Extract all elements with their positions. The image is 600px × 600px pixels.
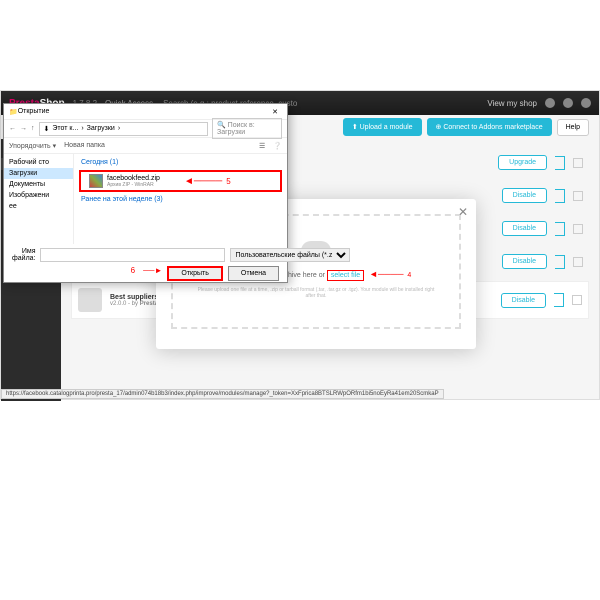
organize-menu[interactable]: Упорядочить ▾ [9, 142, 56, 150]
tree-item[interactable]: Загрузки [4, 168, 73, 179]
breadcrumb[interactable]: ⬇ Этот к... › Загрузки › [39, 122, 209, 136]
file-item[interactable]: facebookfeed.zip Архив ZIP - WinRAR ◄───… [79, 170, 282, 192]
tree-item[interactable]: ее [4, 201, 73, 212]
tree-item[interactable]: Рабочий сто [4, 157, 73, 168]
annotation-label: 6 [131, 266, 135, 281]
nav-back-icon[interactable]: ← [9, 125, 16, 132]
disable-button[interactable]: Disable [502, 254, 547, 269]
file-group[interactable]: Ранее на этой неделе (3) [77, 194, 284, 205]
annotation-arrow: ◄──── [184, 176, 222, 187]
upload-hint: Please upload one file at a time, .zip o… [193, 287, 439, 299]
row-checkbox[interactable] [573, 224, 583, 234]
dropdown-toggle[interactable] [555, 189, 565, 203]
disable-button[interactable]: Disable [502, 188, 547, 203]
disable-button[interactable]: Disable [501, 293, 546, 308]
filename-label: Имя файла: [12, 248, 35, 262]
trophy-icon[interactable] [563, 98, 573, 108]
help-icon[interactable]: ❔ [273, 142, 282, 150]
dialog-title: Открытие [18, 108, 268, 115]
file-group[interactable]: Сегодня (1) [77, 157, 284, 168]
view-icon[interactable]: ☰ [259, 142, 265, 150]
view-shop-link[interactable]: View my shop [487, 99, 537, 108]
dropdown-toggle[interactable] [555, 255, 565, 269]
file-open-dialog: 📁 Открытие ✕ ← → ↑ ⬇ Этот к... › Загрузк… [3, 103, 288, 283]
annotation-arrow: ◄──── [369, 269, 403, 279]
row-checkbox[interactable] [572, 295, 582, 305]
tree-item[interactable]: Документы [4, 179, 73, 190]
file-type: Архив ZIP - WinRAR [107, 182, 160, 188]
cancel-button[interactable]: Отмена [228, 266, 279, 281]
nav-fwd-icon[interactable]: → [20, 125, 27, 132]
folder-icon: 📁 [9, 108, 18, 116]
file-list: Сегодня (1) facebookfeed.zip Архив ZIP -… [74, 154, 287, 244]
search-input[interactable]: 🔍 Поиск в: Загрузки [212, 118, 282, 139]
file-name: facebookfeed.zip [107, 175, 160, 182]
zip-file-icon [89, 174, 103, 188]
avatar[interactable] [581, 98, 591, 108]
connect-addons-button[interactable]: ⊕ Connect to Addons marketplace [427, 118, 552, 136]
select-file-link[interactable]: select file [327, 270, 364, 281]
close-icon[interactable]: ✕ [458, 205, 468, 219]
row-checkbox[interactable] [573, 257, 583, 267]
filetype-select[interactable]: Пользовательские файлы (*.z ▾ [230, 248, 350, 262]
upload-module-button[interactable]: ⬆ Upload a module [343, 118, 422, 136]
new-folder-button[interactable]: Новая папка [64, 142, 105, 149]
notification-icon[interactable] [545, 98, 555, 108]
annotation-label: 5 [226, 177, 230, 186]
annotation-arrow: ──► [143, 266, 162, 281]
dropdown-toggle[interactable] [555, 156, 565, 170]
annotation-label: 4 [407, 272, 411, 279]
disable-button[interactable]: Disable [502, 221, 547, 236]
filename-input[interactable] [40, 248, 225, 262]
folder-tree: Рабочий сто Загрузки Документы Изображен… [4, 154, 74, 244]
dropdown-toggle[interactable] [555, 222, 565, 236]
nav-up-icon[interactable]: ↑ [31, 125, 35, 132]
row-checkbox[interactable] [573, 191, 583, 201]
help-button[interactable]: Help [557, 119, 589, 136]
upgrade-button[interactable]: Upgrade [498, 155, 547, 170]
tree-item[interactable]: Изображени [4, 190, 73, 201]
dropdown-toggle[interactable] [554, 293, 564, 307]
download-icon: ⬇ [44, 125, 50, 133]
status-bar-url: https://facebook.catalogprinta.pro/prest… [1, 389, 444, 399]
row-checkbox[interactable] [573, 158, 583, 168]
module-icon [78, 288, 102, 312]
close-icon[interactable]: ✕ [268, 108, 282, 116]
open-button[interactable]: Открыть [167, 266, 223, 281]
